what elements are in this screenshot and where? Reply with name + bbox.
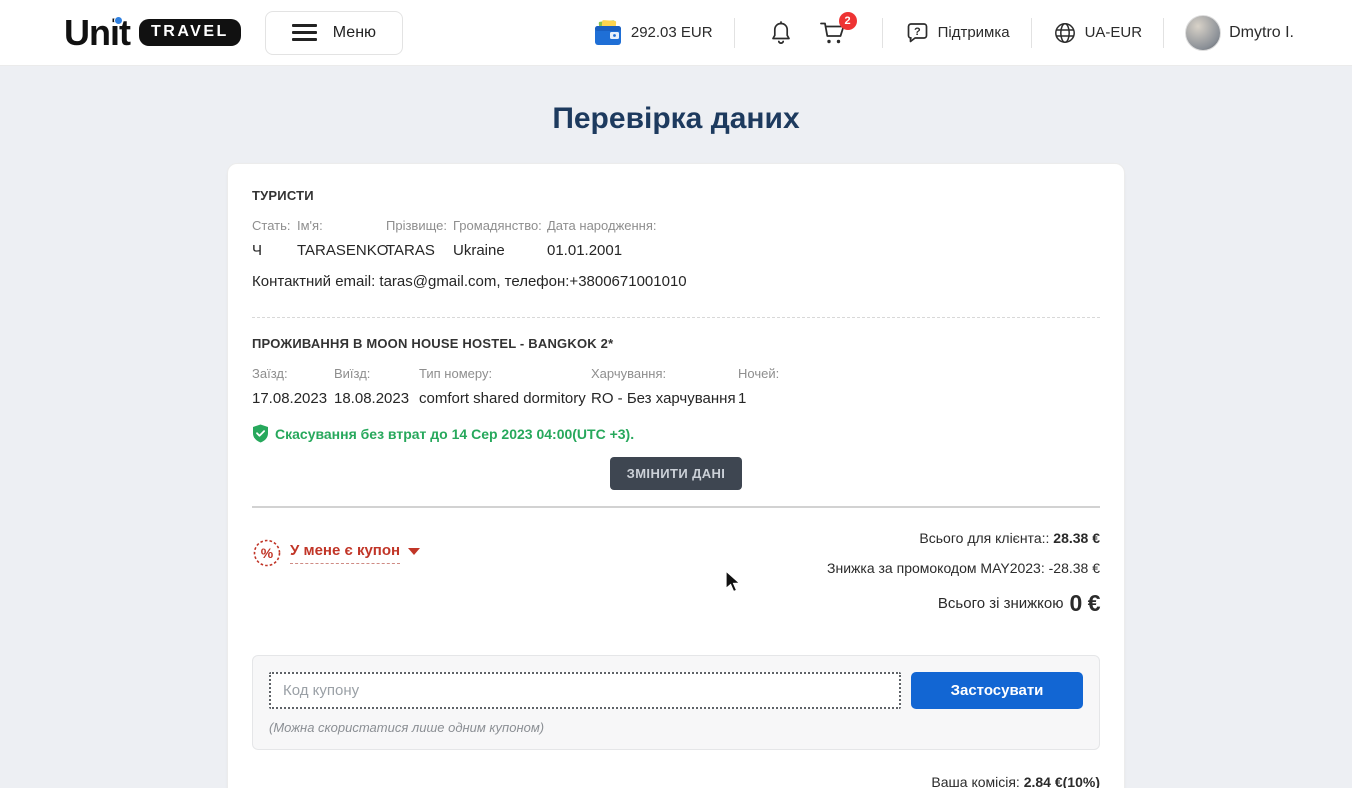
shield-check-icon	[252, 424, 269, 443]
tourist-contact-info: Контактний email: taras@gmail.com, телеф…	[252, 273, 1100, 290]
divider	[882, 18, 883, 48]
divider	[252, 506, 1100, 508]
commission-line: Ваша комісія: 2.84 €(10%)	[931, 774, 1100, 788]
notifications-button[interactable]	[769, 20, 793, 46]
wallet-balance-value: 292.03 EUR	[631, 24, 713, 41]
tourists-table: Стать: Ч Ім'я: TARASENKO Прізвище: TARAS…	[252, 218, 1100, 259]
booking-review-card: ТУРИСТИ Стать: Ч Ім'я: TARASENKO Прізвищ…	[227, 163, 1125, 788]
coupon-note: (Можна скористатися лише одним купоном)	[269, 720, 1083, 735]
top-navbar: Unit TRAVEL Меню 292.03 EUR	[0, 0, 1352, 66]
coupon-code-input[interactable]	[269, 672, 901, 709]
checkin-field: Заїзд: 17.08.2023	[252, 366, 334, 407]
commission-summary: Ваша комісія: 2.84 €(10%) До сплати аген…	[252, 774, 1100, 788]
have-coupon-label: У мене є купон	[290, 542, 400, 564]
coupon-entry-panel: Застосувати (Можна скористатися лише одн…	[252, 655, 1100, 750]
have-coupon-toggle[interactable]: % У мене є купон	[252, 536, 420, 570]
locale-label: UA-EUR	[1085, 24, 1143, 41]
user-name: Dmytro I.	[1229, 24, 1294, 42]
brand-name: Unit	[64, 15, 130, 51]
page-title: Перевірка даних	[0, 102, 1352, 136]
free-cancellation-notice: Скасування без втрат до 14 Сер 2023 04:0…	[252, 424, 1100, 443]
free-cancellation-text: Скасування без втрат до 14 Сер 2023 04:0…	[275, 426, 634, 442]
tourist-lastname-field: Прізвище: TARAS	[386, 218, 453, 259]
hamburger-icon	[292, 24, 317, 41]
menu-button[interactable]: Меню	[265, 11, 403, 55]
divider	[734, 18, 735, 48]
promo-discount-line: Знижка за промокодом MAY2023: -28.38 €	[827, 560, 1100, 576]
support-button[interactable]: ? Підтримка	[904, 20, 1010, 46]
tourist-firstname-field: Ім'я: TARASENKO	[297, 218, 386, 259]
user-avatar	[1185, 15, 1221, 51]
discount-total-line: Всього зі знижкою 0 €	[938, 590, 1100, 617]
edit-data-button[interactable]: ЗМІНИТИ ДАНІ	[610, 457, 743, 490]
accommodation-section-heading: ПРОЖИВАННЯ В MOON HOUSE HOSTEL - BANGKOK…	[252, 336, 1100, 351]
client-total-value: 28.38 €	[1053, 530, 1100, 546]
client-total-line: Всього для клієнта:: 28.38 €	[919, 530, 1100, 546]
tourist-gender-field: Стать: Ч	[252, 218, 297, 259]
menu-button-label: Меню	[333, 24, 376, 42]
accommodation-table: Заїзд: 17.08.2023 Виїзд: 18.08.2023 Тип …	[252, 366, 1100, 407]
tourists-section-heading: ТУРИСТИ	[252, 188, 1100, 203]
support-chat-icon: ?	[904, 20, 930, 46]
percent-seal-icon: %	[252, 538, 282, 568]
chevron-down-icon	[408, 548, 420, 555]
divider	[252, 317, 1100, 318]
tourist-citizenship-field: Громадянство: Ukraine	[453, 218, 547, 259]
mouse-cursor	[724, 570, 744, 594]
divider	[1163, 18, 1164, 48]
svg-text:?: ?	[914, 25, 921, 37]
meal-plan-field: Харчування: RO - Без харчування	[591, 366, 738, 407]
svg-text:%: %	[261, 545, 274, 561]
header-right-group: 292.03 EUR 2 ? Підтримка	[593, 15, 1294, 51]
brand-dot-icon	[114, 16, 123, 25]
wallet-icon	[593, 20, 623, 46]
globe-icon	[1053, 21, 1077, 45]
support-label: Підтримка	[938, 24, 1010, 41]
brand-badge: TRAVEL	[139, 19, 241, 46]
apply-coupon-button[interactable]: Застосувати	[911, 672, 1083, 709]
locale-currency-selector[interactable]: UA-EUR	[1053, 21, 1143, 45]
wallet-balance[interactable]: 292.03 EUR	[593, 20, 713, 46]
bell-icon	[769, 20, 793, 46]
user-menu[interactable]: Dmytro I.	[1185, 15, 1294, 51]
checkout-field: Виїзд: 18.08.2023	[334, 366, 419, 407]
brand-logo[interactable]: Unit TRAVEL	[64, 15, 241, 51]
commission-value: 2.84 €(10%)	[1024, 774, 1100, 788]
tourist-birthdate-field: Дата народження: 01.01.2001	[547, 218, 1100, 259]
room-type-field: Тип номеру: comfort shared dormitory	[419, 366, 591, 407]
nights-field: Ночей: 1	[738, 366, 1100, 407]
cart-button[interactable]: 2	[819, 19, 848, 46]
totals-summary: Всього для клієнта:: 28.38 € Знижка за п…	[827, 530, 1100, 617]
cart-count-badge: 2	[839, 12, 857, 30]
discount-total-value: 0 €	[1070, 590, 1100, 617]
divider	[1031, 18, 1032, 48]
